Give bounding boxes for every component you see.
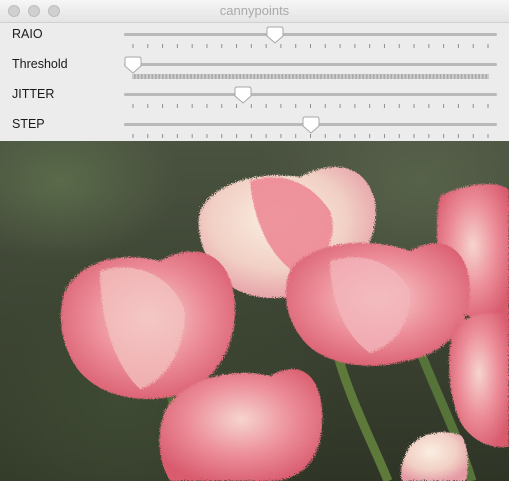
threshold-slider[interactable]	[124, 53, 497, 83]
slider-thumb-icon[interactable]	[234, 85, 252, 105]
control-row-threshold: Threshold	[0, 53, 509, 83]
slider-track	[124, 93, 497, 96]
slider-thumb-icon[interactable]	[266, 25, 284, 45]
jitter-label: JITTER	[12, 87, 55, 101]
slider-thumb-icon[interactable]	[124, 55, 142, 75]
step-slider[interactable]	[124, 113, 497, 143]
slider-thumb-icon[interactable]	[302, 115, 320, 135]
step-label: STEP	[12, 117, 45, 131]
tulip-flower	[448, 313, 509, 448]
window-title: cannypoints	[219, 3, 290, 18]
slider-ticks	[124, 104, 497, 110]
app-window: cannypoints RAIO Threshold JITTER STEP	[0, 0, 509, 481]
slider-ticks	[124, 74, 497, 80]
raio-slider[interactable]	[124, 23, 497, 53]
raio-label: RAIO	[12, 27, 43, 41]
threshold-label: Threshold	[12, 57, 68, 71]
control-row-step: STEP	[0, 113, 509, 143]
tulip-flower	[401, 432, 468, 481]
control-row-jitter: JITTER	[0, 83, 509, 113]
image-canvas	[0, 141, 509, 481]
title-bar: cannypoints	[0, 0, 509, 23]
tulip-painting	[60, 167, 509, 481]
control-panel: RAIO Threshold JITTER STEP	[0, 23, 509, 141]
slider-track	[124, 33, 497, 36]
control-row-raio: RAIO	[0, 23, 509, 53]
stem	[330, 344, 393, 481]
slider-ticks	[124, 44, 497, 50]
slider-track	[124, 63, 497, 66]
jitter-slider[interactable]	[124, 83, 497, 113]
